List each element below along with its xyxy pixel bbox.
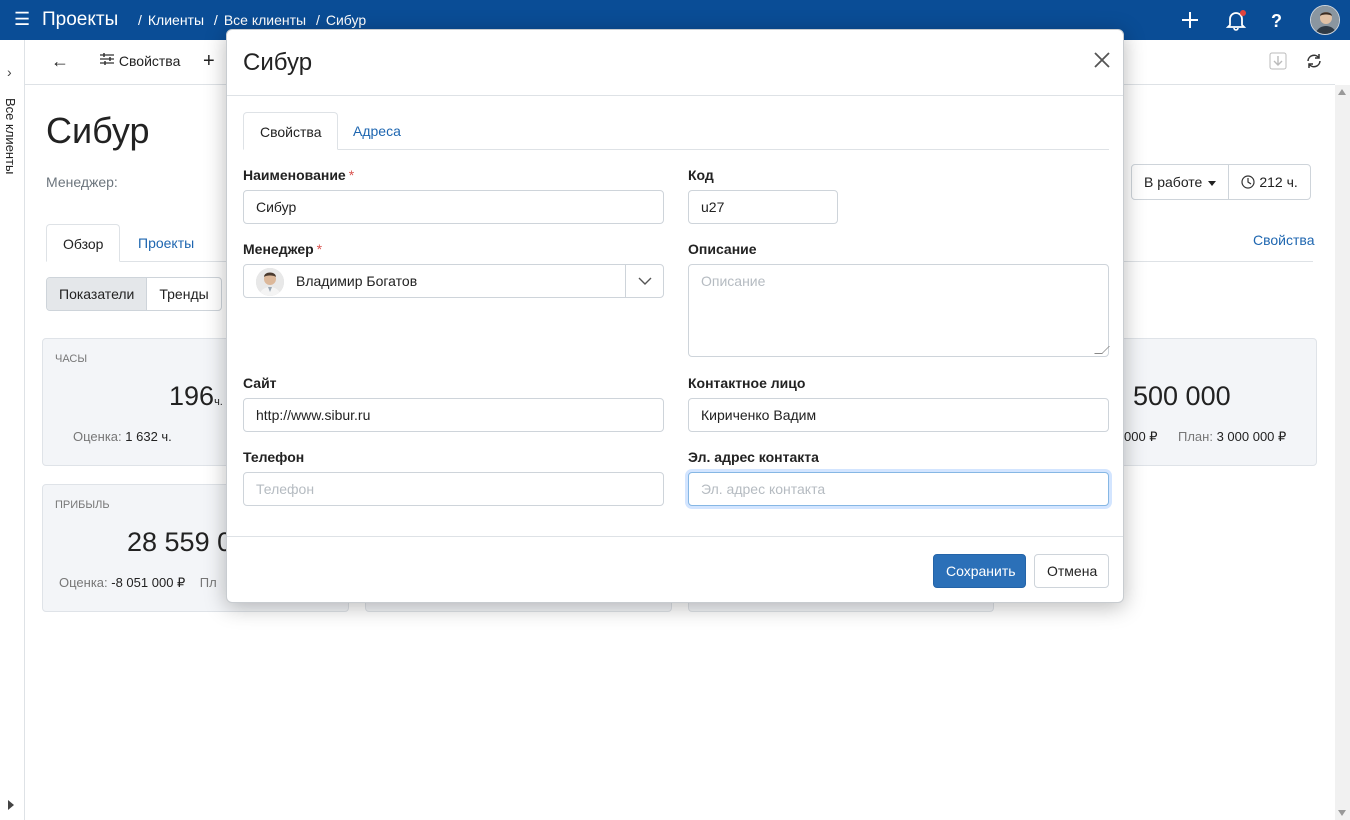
segment-trends[interactable]: Тренды [146,278,220,310]
expand-chevron-icon[interactable]: › [7,64,12,80]
left-rail: › Все клиенты [0,40,25,820]
properties-link[interactable]: Свойства [1253,232,1314,248]
revenue-fact-tail: 000 ₽ [1124,429,1158,444]
page-scrollbar[interactable] [1335,85,1350,820]
hours-estimate: Оценка: 1 632 ч. [73,429,172,444]
profit-value-big: 28 559 0 [127,527,233,557]
phone-label: Телефон [243,449,305,465]
tab-properties[interactable]: Свойства [243,112,339,150]
back-arrow-icon[interactable]: ← [51,51,69,72]
breadcrumb-current: Сибур [325,12,367,28]
properties-toolbar-button[interactable]: Свойства [99,52,180,69]
site-input[interactable]: http://www.sibur.ru [243,398,664,432]
add-icon[interactable]: + [203,50,215,73]
dialog-title: Сибур [243,49,313,76]
cancel-button[interactable]: Отмена [1034,554,1109,588]
menu-icon[interactable]: ☰ [14,9,30,29]
caret-down-icon [1208,180,1217,186]
hours-button[interactable]: 212 ч. [1228,165,1309,199]
help-icon[interactable]: ? [1271,10,1282,32]
save-button[interactable]: Сохранить [933,554,1026,588]
contact-label: Контактное лицо [688,375,806,391]
scroll-down-icon[interactable] [1338,810,1346,816]
email-label: Эл. адрес контакта [688,449,819,465]
tab-projects[interactable]: Проекты [122,224,210,262]
required-mark: * [348,167,355,183]
download-icon[interactable] [1269,52,1287,73]
card-label: Прибыль [55,499,110,511]
card-label: Часы [55,353,88,365]
manager-value: Владимир Богатов [296,273,418,289]
revenue-plan: План: 3 000 000 ₽ [1178,429,1287,444]
resize-grip-icon[interactable] [1094,346,1110,354]
view-segmented-control: Показатели Тренды [46,277,222,311]
plus-icon[interactable] [1180,9,1200,36]
manager-label: Менеджер * [243,241,323,257]
revenue-value-big: 500 000 [1133,381,1231,411]
page-title: Сибур [46,110,150,151]
status-dropdown[interactable]: В работе [1132,165,1228,199]
hours-value: 212 ч. [1259,174,1298,190]
status-group: В работе 212 ч. [1131,164,1311,200]
scroll-up-icon[interactable] [1338,89,1346,95]
tab-addresses[interactable]: Адреса [337,112,417,150]
contact-input[interactable]: Кириченко Вадим [688,398,1109,432]
breadcrumb: / Клиенты / Все клиенты / Сибур [138,12,367,28]
code-input[interactable]: u27 [688,190,838,224]
properties-toolbar-label: Свойства [118,53,181,69]
close-icon[interactable] [1093,51,1111,73]
footer-divider [227,536,1123,537]
rail-toggle-icon[interactable] [8,800,14,810]
manager-select[interactable]: Владимир Богатов [243,264,664,298]
status-value: В работе [1144,174,1203,190]
bell-icon[interactable] [1225,9,1247,36]
sliders-icon [100,53,114,65]
breadcrumb-clients[interactable]: Клиенты [148,12,204,28]
site-label: Сайт [243,375,277,391]
client-properties-dialog: Сибур Свойства Адреса Наименование * Сибу… [226,29,1124,603]
clock-icon [1241,175,1255,189]
email-input[interactable]: Эл. адрес контакта [688,472,1109,506]
profit-estimate: Оценка: -8 051 000 ₽ Пл [59,575,217,590]
tab-overview[interactable]: Обзор [46,224,121,262]
app-title[interactable]: Проекты [42,9,118,31]
refresh-icon[interactable] [1305,52,1323,73]
chevron-down-icon[interactable] [625,265,663,297]
description-label: Описание [688,241,757,257]
hours-value-big: 196ч. [169,381,223,411]
user-avatar[interactable] [1310,5,1340,35]
manager-avatar [256,268,284,296]
header-divider [227,95,1123,96]
code-label: Код [688,167,714,183]
required-mark: * [316,241,323,257]
breadcrumb-all-clients[interactable]: Все клиенты [224,12,306,28]
name-input[interactable]: Сибур [243,190,664,224]
dialog-tabs: Свойства Адреса [243,112,1109,150]
phone-input[interactable]: Телефон [243,472,664,506]
description-textarea[interactable]: Описание [688,264,1110,357]
segment-indicators[interactable]: Показатели [47,278,147,310]
left-rail-label[interactable]: Все клиенты [3,98,18,174]
name-label: Наименование * [243,167,355,183]
manager-label: Менеджер: [46,174,118,190]
